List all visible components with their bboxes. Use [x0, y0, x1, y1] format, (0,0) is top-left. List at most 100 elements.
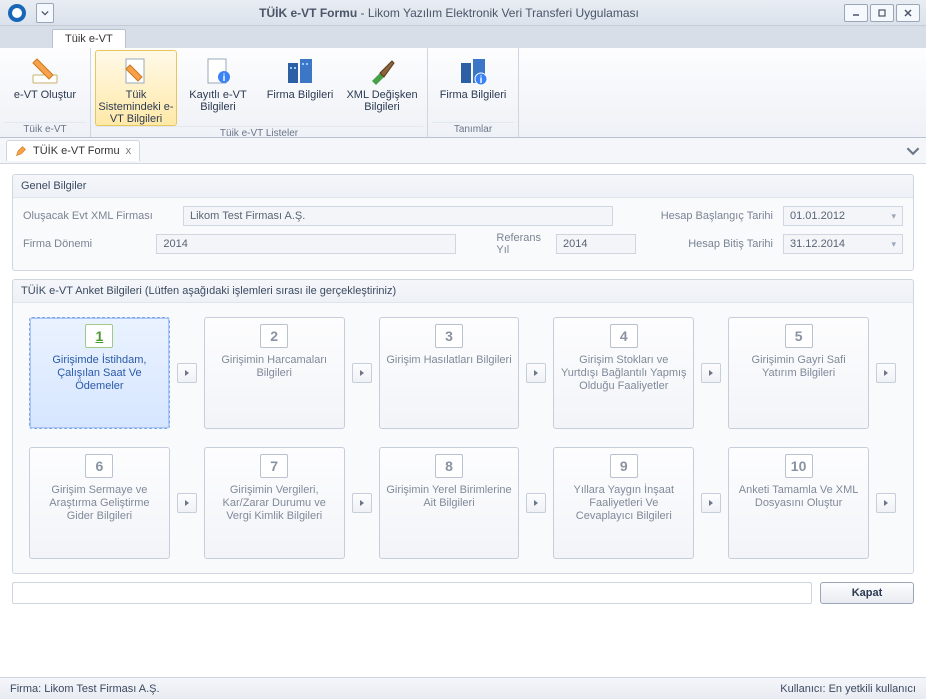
survey-steps-panel: TÜİK e-VT Anket Bilgileri (Lütfen aşağıd… [12, 279, 914, 574]
chevron-down-icon: ▾ [891, 239, 896, 250]
step-label: Girişimin Vergileri, Kar/Zarar Durumu ve… [211, 484, 338, 523]
svg-text:i: i [480, 75, 483, 86]
step-label: Girişim Sermaye ve Araştırma Geliştirme … [36, 484, 163, 523]
document-tab-label: TÜİK e-VT Formu [33, 145, 120, 157]
step-label: Girişim Hasılatları Bilgileri [386, 354, 511, 367]
ribbon-item[interactable]: e-VT Oluştur [4, 50, 86, 122]
status-right: Kullanıcı: En yetkili kullanıcı [780, 683, 916, 695]
minimize-button[interactable] [844, 4, 868, 22]
step-number: 1 [85, 324, 113, 348]
arrow-right-icon[interactable] [526, 363, 546, 383]
step-card-7[interactable]: 7 Girişimin Vergileri, Kar/Zarar Durumu v… [204, 447, 345, 559]
svg-text:i: i [223, 73, 226, 84]
arrow-right-icon[interactable] [526, 493, 546, 513]
ribbon-group-title: Tüik e-VT [4, 122, 86, 137]
ribbon-item[interactable]: i Kayıtlı e-VT Bilgileri [177, 50, 259, 126]
ribbon-group: iFirma BilgileriTanımlar [428, 48, 519, 137]
ribbon-item-label: Kayıtlı e-VT Bilgileri [178, 89, 258, 113]
status-left: Firma: Likom Test Firması A.Ş. [10, 683, 160, 695]
window-title: TÜİK e-VT Formu - Likom Yazılım Elektron… [54, 6, 844, 20]
arrow-right-icon[interactable] [701, 493, 721, 513]
survey-steps-title: TÜİK e-VT Anket Bilgileri (Lütfen aşağıd… [13, 280, 913, 303]
step-arrow [875, 447, 897, 559]
buildings-icon [284, 55, 316, 87]
doc-pencil-icon [120, 55, 152, 87]
arrow-right-icon[interactable] [177, 363, 197, 383]
status-message-field [12, 582, 812, 604]
end-date-field[interactable]: 31.12.2014 ▾ [783, 234, 903, 254]
doc-info-icon: i [202, 55, 234, 87]
step-arrow [875, 317, 897, 429]
chevron-down-icon [41, 9, 49, 17]
ribbon-item[interactable]: XML Değişken Bilgileri [341, 50, 423, 126]
arrow-right-icon[interactable] [352, 493, 372, 513]
arrow-right-icon[interactable] [352, 363, 372, 383]
start-date-field[interactable]: 01.01.2012 ▾ [783, 206, 903, 226]
chevron-down-icon[interactable] [906, 144, 920, 158]
step-card-2[interactable]: 2Girişimin Harcamaları Bilgileri [204, 317, 345, 429]
step-number: 2 [260, 324, 288, 348]
chevron-down-icon: ▾ [891, 211, 896, 222]
period-field[interactable]: 2014 [156, 234, 456, 254]
document-tab-close[interactable]: x [126, 145, 132, 157]
ribbon-item[interactable]: Tüik Sistemindeki e-VT Bilgileri [95, 50, 177, 126]
step-card-4[interactable]: 4Girişim Stokları ve Yurtdışı Bağlantılı… [553, 317, 694, 429]
ribbon-item-label: Tüik Sistemindeki e-VT Bilgileri [96, 89, 176, 125]
ribbon-tab-strip: Tüik e-VT [0, 26, 926, 48]
ribbon-item-label: Firma Bilgileri [267, 89, 334, 101]
arrow-right-icon[interactable] [876, 363, 896, 383]
ribbon-item-label: e-VT Oluştur [14, 89, 76, 101]
arrow-right-icon[interactable] [177, 493, 197, 513]
xml-firm-field[interactable]: Likom Test Firması A.Ş. [183, 206, 613, 226]
start-date-label: Hesap Başlangıç Tarihi [643, 210, 773, 222]
step-number: 9 [610, 454, 638, 478]
ribbon-group: e-VT Oluştur Tüik e-VT [0, 48, 91, 137]
content-area: Genel Bilgiler Oluşacak Evt XML Firması … [0, 164, 926, 608]
step-arrow [176, 447, 198, 559]
step-card-6[interactable]: 6Girişim Sermaye ve Araştırma Geliştirme… [29, 447, 170, 559]
step-card-5[interactable]: 5Girişimin Gayri Safi Yatırım Bilgileri [728, 317, 869, 429]
title-bar: TÜİK e-VT Formu - Likom Yazılım Elektron… [0, 0, 926, 26]
ribbon-group: Tüik Sistemindeki e-VT Bilgileri i Kayıtlı… [91, 48, 428, 137]
document-tab-bar: TÜİK e-VT Formu x [0, 138, 926, 164]
step-arrow [351, 447, 373, 559]
step-number: 5 [785, 324, 813, 348]
buildings-info-icon: i [457, 55, 489, 87]
ribbon-tab-tuik-evt[interactable]: Tüik e-VT [52, 29, 126, 48]
ribbon: e-VT Oluştur Tüik e-VT Tüik Sistemindeki e… [0, 48, 926, 138]
document-tab[interactable]: TÜİK e-VT Formu x [6, 140, 140, 161]
step-label: Girişimde İstihdam, Çalışılan Saat Ve Öd… [36, 354, 163, 393]
pencil-icon [15, 145, 27, 157]
ribbon-item[interactable]: Firma Bilgileri [259, 50, 341, 126]
step-card-8[interactable]: 8 Girişimin Yerel Birimlerine Ait Bilgile… [379, 447, 520, 559]
app-icon[interactable] [4, 0, 30, 26]
quick-access-dropdown[interactable] [36, 3, 54, 23]
arrow-right-icon[interactable] [876, 493, 896, 513]
step-card-3[interactable]: 3Girişim Hasılatları Bilgileri [379, 317, 520, 429]
ribbon-item-label: Firma Bilgileri [440, 89, 507, 101]
step-label: Yıllara Yaygın İnşaat Faaliyetleri Ve Ce… [560, 484, 687, 523]
step-arrow [700, 447, 722, 559]
status-bar: Firma: Likom Test Firması A.Ş. Kullanıcı… [0, 677, 926, 699]
step-number: 8 [435, 454, 463, 478]
ref-year-field[interactable]: 2014 [556, 234, 636, 254]
ribbon-item[interactable]: i Firma Bilgileri [432, 50, 514, 122]
step-arrow [525, 447, 547, 559]
step-number: 4 [610, 324, 638, 348]
step-number: 7 [260, 454, 288, 478]
close-button[interactable] [896, 4, 920, 22]
step-label: Anketi Tamamla Ve XML Dosyasını Oluştur [735, 484, 862, 510]
close-form-button[interactable]: Kapat [820, 582, 914, 604]
step-card-9[interactable]: 9 Yıllara Yaygın İnşaat Faaliyetleri Ve C… [553, 447, 694, 559]
arrow-right-icon[interactable] [701, 363, 721, 383]
maximize-button[interactable] [870, 4, 894, 22]
step-card-1[interactable]: 1 Girişimde İstihdam, Çalışılan Saat Ve Ö… [29, 317, 170, 429]
ref-year-label: Referans Yıl [496, 232, 546, 256]
brush-icon [366, 55, 398, 87]
ribbon-group-title: Tüik e-VT Listeler [95, 126, 423, 141]
step-number: 10 [785, 454, 813, 478]
end-date-label: Hesap Bitiş Tarihi [666, 238, 773, 250]
step-label: Girişimin Yerel Birimlerine Ait Bilgiler… [386, 484, 513, 510]
step-card-10[interactable]: 10 Anketi Tamamla Ve XML Dosyasını Oluştu… [728, 447, 869, 559]
period-label: Firma Dönemi [23, 238, 146, 250]
